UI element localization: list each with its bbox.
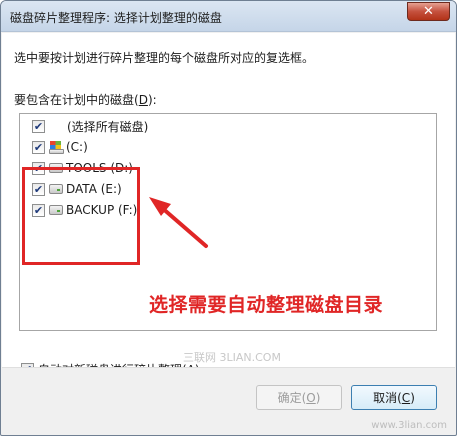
dialog-footer: 确定(O) 取消(C) www.3lian.com xyxy=(2,367,455,435)
close-icon: ✕ xyxy=(423,4,434,19)
check-icon: ✔ xyxy=(33,140,44,154)
title-bar: 磁盘碎片整理程序: 选择计划整理的磁盘 ✕ xyxy=(1,1,456,32)
watermark-bottom-right: www.3lian.com xyxy=(371,420,447,431)
ok-button[interactable]: 确定(O) xyxy=(256,385,342,410)
dialog-content: 选中要按计划进行碎片整理的每个磁盘所对应的复选框。 要包含在计划中的磁盘(D):… xyxy=(2,33,455,377)
check-icon: ✔ xyxy=(33,119,44,133)
close-button[interactable]: ✕ xyxy=(407,2,450,21)
window-title: 磁盘碎片整理程序: 选择计划整理的磁盘 xyxy=(10,11,222,25)
annotation-text: 选择需要自动整理磁盘目录 xyxy=(149,294,384,316)
windows-drive-icon xyxy=(49,140,64,154)
select-all-checkbox[interactable]: ✔ xyxy=(32,119,45,133)
drive-c-checkbox[interactable]: ✔ xyxy=(32,140,45,154)
list-item-select-all[interactable]: ✔ (选择所有磁盘) xyxy=(32,117,148,135)
defrag-schedule-dialog: 磁盘碎片整理程序: 选择计划整理的磁盘 ✕ 选中要按计划进行碎片整理的每个磁盘所… xyxy=(0,0,457,436)
disk-list-label: 要包含在计划中的磁盘(D): xyxy=(14,93,157,107)
list-item-drive-c[interactable]: ✔ (C:) xyxy=(32,138,88,156)
cancel-button[interactable]: 取消(C) xyxy=(351,385,437,410)
list-item-label: (选择所有磁盘) xyxy=(67,119,149,134)
list-item-label: (C:) xyxy=(66,140,88,154)
annotation-highlight-box xyxy=(22,167,140,265)
instruction-text: 选中要按计划进行碎片整理的每个磁盘所对应的复选框。 xyxy=(14,51,315,65)
